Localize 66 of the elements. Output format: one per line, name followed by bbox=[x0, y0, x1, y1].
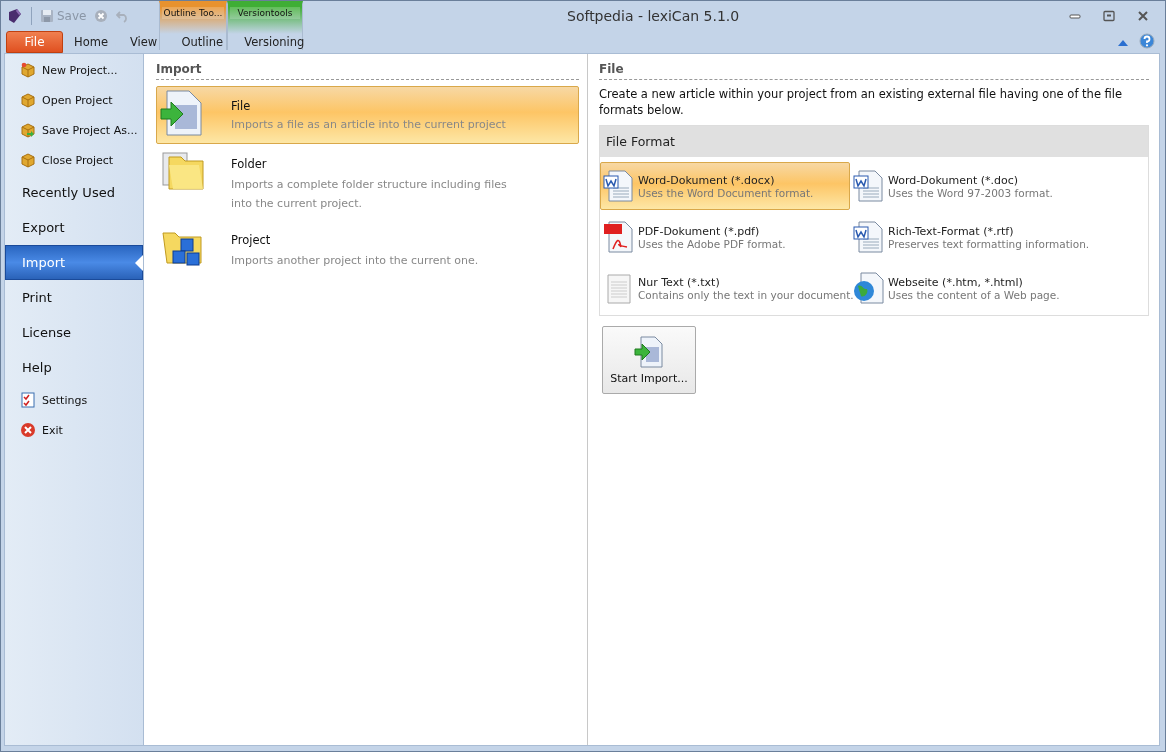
import-option[interactable]: File Imports a file as an article into the current project bbox=[156, 86, 579, 144]
section-heading: File bbox=[599, 62, 1149, 80]
window-title: Softpedia - lexiCan 5.1.0 bbox=[567, 8, 740, 24]
box-icon bbox=[20, 62, 36, 78]
document-arrow-icon bbox=[633, 335, 665, 368]
box-icon bbox=[20, 122, 36, 138]
sidebar-item[interactable]: Export bbox=[5, 210, 143, 245]
sidebar-item[interactable]: Open Project bbox=[5, 85, 143, 115]
format-description: Uses the Adobe PDF format. bbox=[638, 237, 786, 250]
pdf-document-icon bbox=[603, 221, 635, 253]
format-description: Uses the Word 97-2003 format. bbox=[888, 186, 1053, 199]
option-description: Imports a file as an article into the current project bbox=[231, 117, 506, 133]
close-icon[interactable] bbox=[1137, 10, 1149, 22]
sidebar-item[interactable]: License bbox=[5, 315, 143, 350]
panel-description: Create a new article within your project from an existing external file having one of the file formats below. bbox=[599, 86, 1124, 118]
format-title: Word-Dokument (*.docx) bbox=[638, 173, 776, 187]
sidebar-item[interactable]: New Project... bbox=[5, 55, 143, 85]
help-icon[interactable] bbox=[1139, 33, 1155, 49]
sidebar-item[interactable]: Help bbox=[5, 350, 143, 385]
format-title: PDF-Dokument (*.pdf) bbox=[638, 224, 761, 238]
section-heading: Import bbox=[156, 62, 579, 80]
format-description: Uses the content of a Web page. bbox=[888, 288, 1060, 301]
word-document-icon bbox=[603, 170, 635, 202]
option-description: Imports another project into the current one. bbox=[231, 253, 479, 269]
format-title: Nur Text (*.txt) bbox=[638, 275, 721, 289]
contextual-group-label: Versiontools bbox=[230, 7, 300, 19]
file-format-header: File Format bbox=[600, 126, 1148, 157]
sidebar-item[interactable]: Exit bbox=[5, 415, 143, 445]
format-description: Uses the Word Document format. bbox=[638, 186, 814, 199]
sidebar-item[interactable]: Close Project bbox=[5, 145, 143, 175]
format-title: Rich-Text-Format (*.rtf) bbox=[888, 224, 1015, 238]
ribbon-tab[interactable]: Outline bbox=[168, 31, 237, 53]
restore-icon[interactable] bbox=[1103, 10, 1115, 22]
ribbon-tab[interactable]: Home bbox=[65, 31, 117, 53]
ribbon-tab[interactable]: View bbox=[120, 31, 167, 53]
sidebar-item[interactable]: Print bbox=[5, 280, 143, 315]
selection-pointer-icon bbox=[135, 255, 143, 271]
exit-icon bbox=[20, 422, 36, 438]
option-title: Folder bbox=[231, 157, 268, 171]
word-document-icon bbox=[853, 221, 885, 253]
sidebar-item[interactable]: Save Project As... bbox=[5, 115, 143, 145]
format-title: Webseite (*.htm, *.html) bbox=[888, 275, 1024, 289]
app-logo-icon[interactable] bbox=[7, 8, 23, 24]
import-option[interactable]: Project Imports another project into the current one. bbox=[156, 220, 579, 278]
close-circle-icon[interactable] bbox=[94, 9, 109, 23]
file-format-option[interactable]: PDF-Dokument (*.pdf) Uses the Adobe PDF format. bbox=[600, 213, 850, 261]
word-document-icon bbox=[853, 170, 885, 202]
option-description: Imports a complete folder structure including files into the current project. bbox=[231, 177, 508, 212]
file-format-option[interactable]: Rich-Text-Format (*.rtf) Preserves text formatting information. bbox=[850, 213, 1148, 261]
import-option[interactable]: Folder Imports a complete folder structure including files into the current project. bbox=[156, 144, 579, 220]
file-format-option[interactable]: Word-Dokument (*.docx) Uses the Word Document format. bbox=[600, 162, 850, 210]
checklist-icon bbox=[20, 392, 36, 408]
option-title: File bbox=[231, 99, 252, 113]
contextual-group-label: Outline Too... bbox=[162, 7, 224, 19]
option-title: Project bbox=[231, 233, 272, 247]
format-description: Preserves text formatting information. bbox=[888, 237, 1090, 250]
globe-document-icon bbox=[853, 272, 885, 304]
sidebar-item[interactable]: Recently Used bbox=[5, 175, 143, 210]
file-format-option[interactable]: Word-Dokument (*.doc) Uses the Word 97-2003 format. bbox=[850, 162, 1148, 210]
start-import-button[interactable]: Start Import... bbox=[602, 326, 696, 394]
box-icon bbox=[20, 92, 36, 108]
format-title: Word-Dokument (*.doc) bbox=[888, 173, 1020, 187]
box-icon bbox=[20, 152, 36, 168]
ribbon-tab[interactable]: Versioning bbox=[236, 31, 313, 53]
sidebar-item[interactable]: Settings bbox=[5, 385, 143, 415]
sidebar-item[interactable]: Import bbox=[5, 245, 143, 280]
